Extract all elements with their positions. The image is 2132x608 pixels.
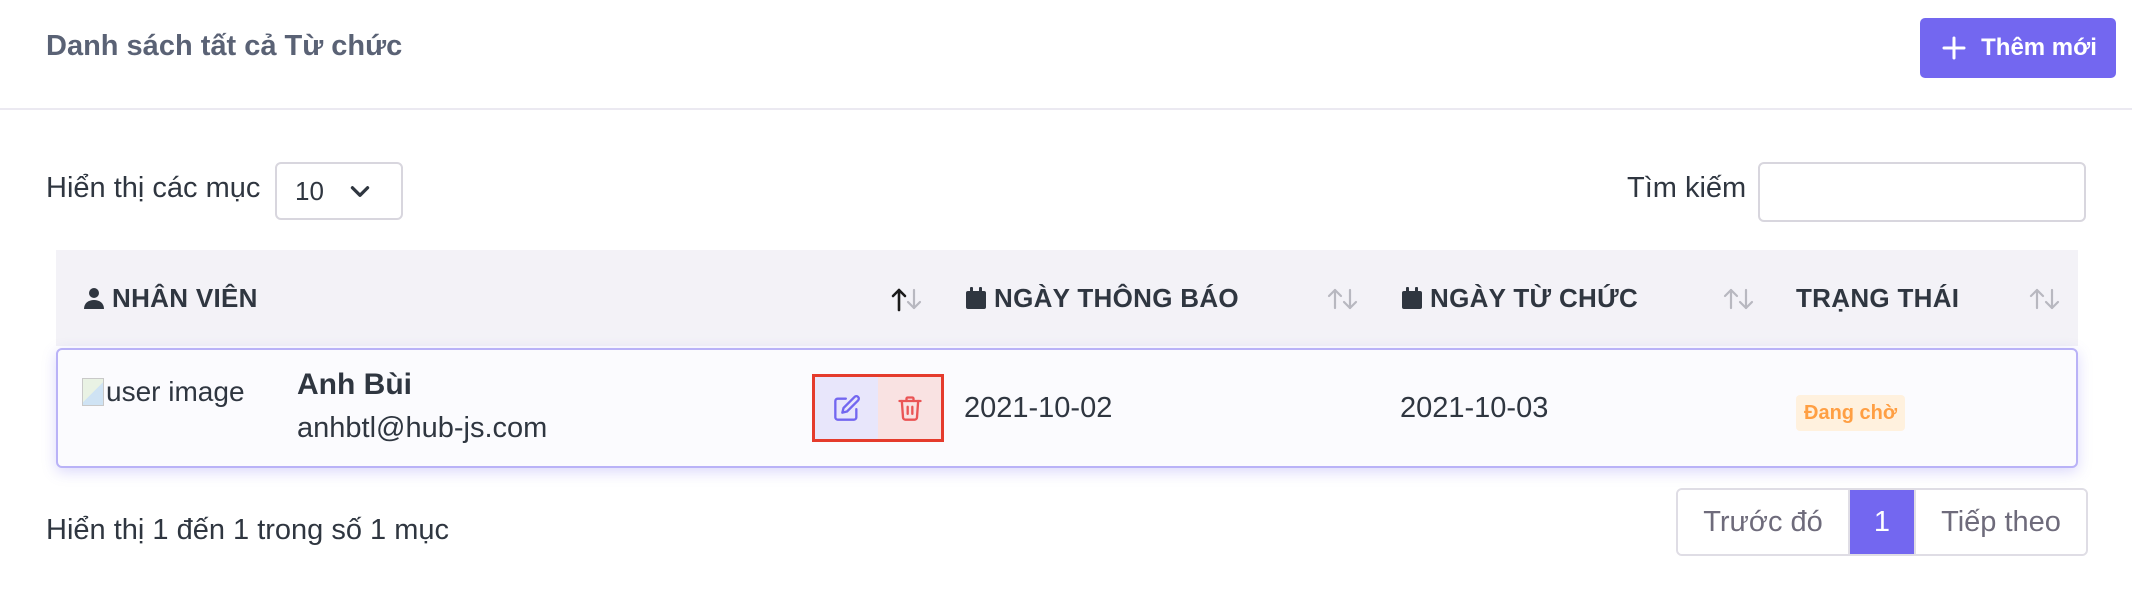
row-actions xyxy=(812,374,944,442)
add-new-label: Thêm mới xyxy=(1981,34,2097,61)
next-page-button[interactable]: Tiếp theo xyxy=(1914,490,2086,554)
resign-date: 2021-10-03 xyxy=(1400,392,1549,424)
edit-button[interactable] xyxy=(815,377,878,439)
page-1-button[interactable]: 1 xyxy=(1850,490,1914,554)
page-size-label: Hiển thị các mục xyxy=(46,172,261,204)
calendar-icon xyxy=(1402,287,1422,309)
prev-page-button[interactable]: Trước đó xyxy=(1678,490,1850,554)
col-employee-label: NHÂN VIÊN xyxy=(112,282,258,313)
sort-asc-icon[interactable] xyxy=(890,286,924,312)
table-header: NHÂN VIÊN NGÀY THÔNG BÁO NGÀY TỪ CHỨC TR… xyxy=(56,250,2078,346)
chevron-down-icon xyxy=(350,186,370,197)
col-employee[interactable]: NHÂN VIÊN xyxy=(82,250,258,346)
col-status-label: TRẠNG THÁI xyxy=(1796,282,1960,313)
col-status[interactable]: TRẠNG THÁI xyxy=(1796,250,1959,346)
sort-both-icon[interactable] xyxy=(2028,286,2062,312)
search-label: Tìm kiếm xyxy=(1627,172,1747,204)
page-size-value: 10 xyxy=(295,175,324,206)
col-notice-date-label: NGÀY THÔNG BÁO xyxy=(994,282,1239,313)
search-input[interactable] xyxy=(1758,162,2086,222)
employee-email: anhbtl@hub-js.com xyxy=(297,412,548,444)
avatar: user image xyxy=(82,372,262,412)
plus-icon xyxy=(1942,36,1966,60)
broken-image-icon xyxy=(82,378,104,406)
pagination-info: Hiển thị 1 đến 1 trong số 1 mục xyxy=(46,514,450,546)
sort-both-icon[interactable] xyxy=(1722,286,1756,312)
trash-icon xyxy=(897,396,922,421)
page-title: Danh sách tất cả Từ chức xyxy=(46,30,403,62)
page-size-select[interactable]: 10 xyxy=(275,162,403,220)
avatar-alt-text: user image xyxy=(106,376,245,407)
calendar-icon xyxy=(966,287,986,309)
status-badge: Đang chờ xyxy=(1796,395,1906,431)
edit-icon xyxy=(833,395,860,421)
header-divider xyxy=(0,108,2132,110)
delete-button[interactable] xyxy=(878,377,941,439)
pagination: Trước đó 1 Tiếp theo xyxy=(1676,488,2088,556)
notice-date: 2021-10-02 xyxy=(964,392,1113,424)
sort-both-icon[interactable] xyxy=(1326,286,1360,312)
col-notice-date[interactable]: NGÀY THÔNG BÁO xyxy=(964,250,1239,346)
add-new-button[interactable]: Thêm mới xyxy=(1920,18,2116,78)
user-icon xyxy=(84,288,104,309)
col-resign-date-label: NGÀY TỪ CHỨC xyxy=(1430,282,1639,313)
col-resign-date[interactable]: NGÀY TỪ CHỨC xyxy=(1400,250,1638,346)
employee-name: Anh Bùi xyxy=(297,368,412,401)
